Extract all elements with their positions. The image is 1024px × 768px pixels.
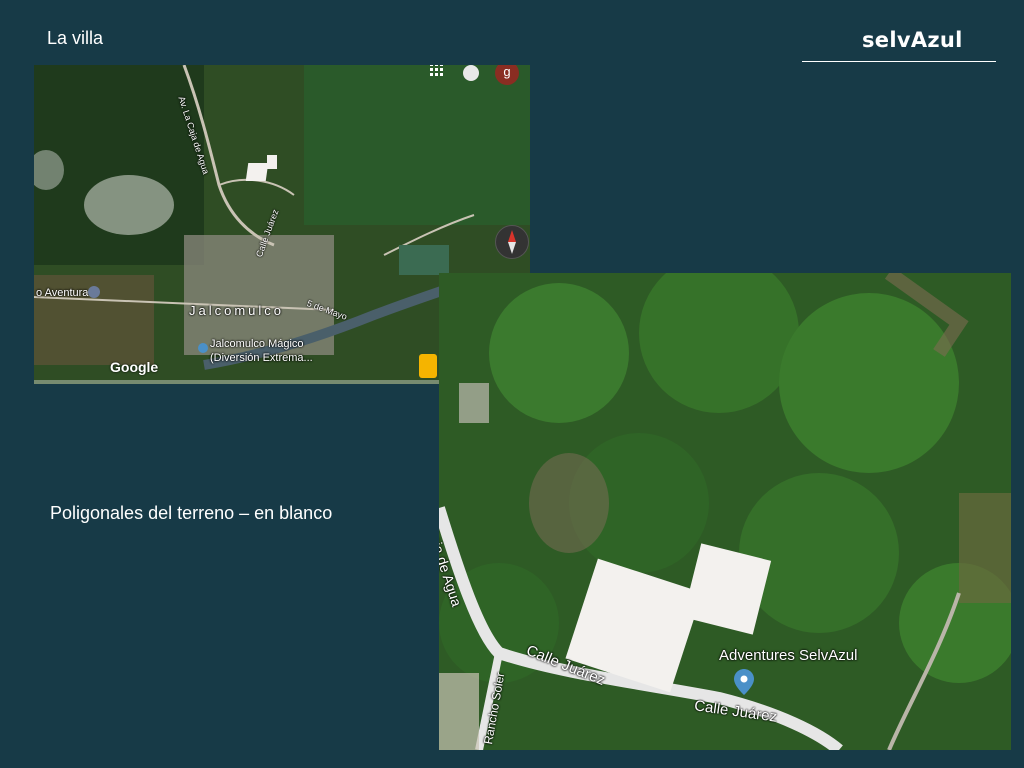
polygon-overview-2 bbox=[267, 155, 277, 169]
bell-icon[interactable] bbox=[463, 65, 479, 81]
compass-icon[interactable] bbox=[495, 225, 529, 259]
map-pin-icon[interactable] bbox=[198, 343, 208, 353]
poi-label-sub: (Diversión Extrema... bbox=[210, 352, 313, 364]
brand-divider bbox=[802, 61, 996, 62]
poi-label-adventures[interactable]: Adventures SelvAzul bbox=[719, 647, 857, 664]
pegman-icon[interactable] bbox=[419, 354, 437, 378]
map-pin-icon[interactable] bbox=[88, 286, 100, 298]
apps-icon[interactable] bbox=[430, 65, 448, 81]
detail-map-terrain bbox=[439, 273, 1011, 750]
google-logo: Google bbox=[110, 359, 159, 375]
brand-logo: selvAzul bbox=[862, 28, 963, 52]
poi-label-name[interactable]: Jalcomulco Mágico bbox=[210, 338, 304, 350]
place-label-aventura: o Aventura bbox=[36, 287, 89, 299]
slide-caption: Poligonales del terreno – en blanco bbox=[50, 503, 333, 523]
polygon-overview-1 bbox=[245, 163, 269, 181]
town-label: Jalcomulco bbox=[189, 303, 285, 318]
slide-title: La villa bbox=[47, 28, 104, 48]
detail-map[interactable]: La Caja de Agua Calle Juárez Calle Juáre… bbox=[439, 273, 1011, 750]
